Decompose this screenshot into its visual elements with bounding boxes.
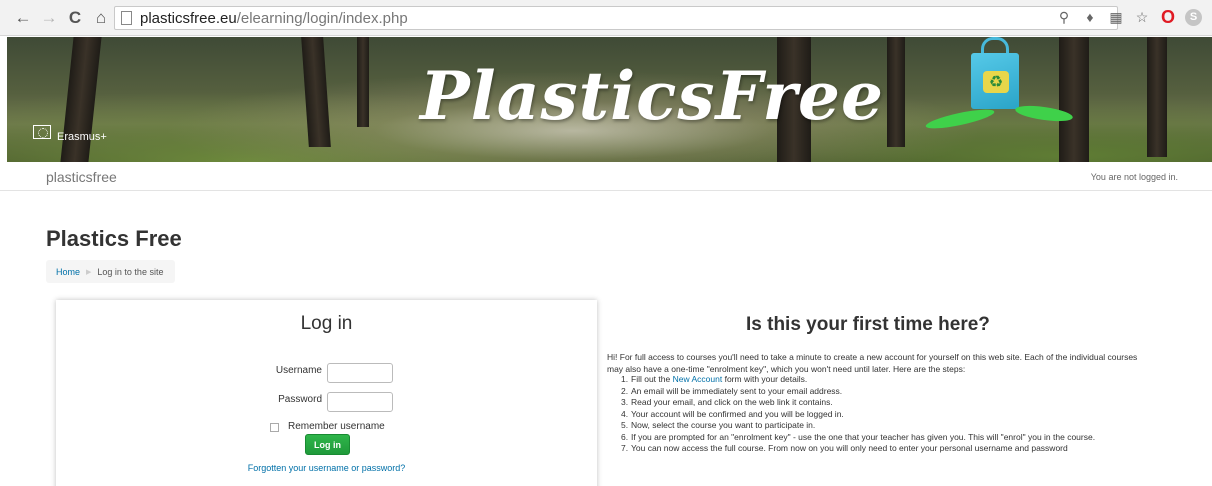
extension-icon[interactable]: ♦: [1081, 8, 1099, 26]
opera-icon[interactable]: O: [1159, 7, 1177, 27]
skype-icon[interactable]: S: [1185, 8, 1202, 26]
step-text: Now, select the course you want to parti…: [631, 420, 816, 430]
username-label: Username: [275, 365, 322, 376]
breadcrumb-separator-icon: ▶: [86, 268, 92, 276]
banner-tree: [1147, 37, 1167, 157]
signup-steps: 1. Fill out the New Account form with you…: [621, 374, 1141, 455]
first-time-heading: Is this your first time here?: [746, 314, 990, 335]
step-text: If you are prompted for an "enrolment ke…: [631, 431, 1096, 442]
extension-icons: ⚲ ♦ ▦ ☆ O S: [1055, 7, 1202, 27]
recycle-icon: ♻: [983, 71, 1009, 93]
new-account-link[interactable]: New Account: [673, 374, 723, 384]
list-item: 1. Fill out the New Account form with you…: [621, 374, 808, 384]
navbar: plasticsfree You are not logged in.: [0, 162, 1212, 191]
step-text: You can now access the full course. From…: [631, 443, 1068, 453]
first-time-intro: Hi! For full access to courses you'll ne…: [607, 352, 1138, 374]
page-icon: [121, 11, 132, 25]
remember-username-label: Remember username: [288, 421, 385, 432]
zoom-icon[interactable]: ⚲: [1055, 8, 1073, 26]
eu-flag-icon: [33, 125, 51, 139]
site-brand[interactable]: plasticsfree: [46, 169, 117, 185]
reload-icon[interactable]: C: [64, 7, 86, 29]
step-text: An email will be immediately sent to you…: [631, 385, 843, 396]
login-panel: Log in Username Password Remember userna…: [56, 300, 597, 486]
banner-tree: [301, 37, 331, 147]
login-status: You are not logged in.: [1090, 172, 1178, 182]
step-text: Fill out the: [631, 374, 671, 384]
forward-icon[interactable]: →: [38, 7, 60, 29]
banner-tree: [357, 37, 369, 127]
list-item: 7. You can now access the full course. Fr…: [621, 443, 1141, 455]
banner-tree: [887, 37, 905, 147]
url-host: plasticsfree.eu: [140, 9, 237, 27]
list-item: 4. Your account will be confirmed and you…: [621, 409, 1141, 421]
leaf-icon: [924, 105, 996, 133]
translate-icon[interactable]: ▦: [1107, 8, 1125, 26]
erasmus-label: Erasmus+: [57, 131, 107, 143]
step-text: form with your details.: [724, 374, 808, 384]
erasmus-logo: Erasmus+: [33, 125, 107, 143]
home-icon[interactable]: ⌂: [90, 7, 112, 29]
list-item: 5. Now, select the course you want to par…: [621, 420, 1141, 432]
step-text: Read your email, and click on the web li…: [631, 397, 833, 407]
banner-title: PlasticsFree: [420, 57, 884, 135]
back-icon[interactable]: ←: [12, 7, 34, 29]
breadcrumb: Home ▶ Log in to the site: [46, 260, 176, 283]
banner-tree: [60, 37, 102, 162]
list-item: 3. Read your email, and click on the web …: [621, 397, 1141, 409]
breadcrumb-current: Log in to the site: [97, 266, 164, 277]
list-item: 6. If you are prompted for an "enrolment …: [621, 432, 1141, 444]
login-button[interactable]: Log in: [305, 434, 350, 455]
remember-username-checkbox[interactable]: [270, 423, 279, 432]
banner-tree: [1059, 37, 1089, 162]
breadcrumb-home[interactable]: Home: [56, 267, 80, 277]
list-item: 2. An email will be immediately sent to y…: [621, 386, 1141, 398]
page-title: Plastics Free: [46, 226, 182, 251]
login-heading: Log in: [300, 313, 353, 334]
address-bar[interactable]: plasticsfree.eu/elearning/login/index.ph…: [114, 6, 1118, 30]
password-input[interactable]: [327, 392, 393, 412]
forgot-password-link[interactable]: Forgotten your username or password?: [56, 463, 597, 473]
browser-toolbar: ← → C ⌂ plasticsfree.eu/elearning/login/…: [0, 0, 1212, 36]
url-path: /elearning/login/index.php: [236, 9, 408, 27]
username-input[interactable]: [327, 363, 393, 383]
star-icon[interactable]: ☆: [1133, 8, 1151, 26]
password-label: Password: [278, 394, 322, 405]
site-banner: PlasticsFree Erasmus+ ♻: [7, 37, 1212, 162]
step-text: Your account will be confirmed and you w…: [631, 408, 844, 419]
